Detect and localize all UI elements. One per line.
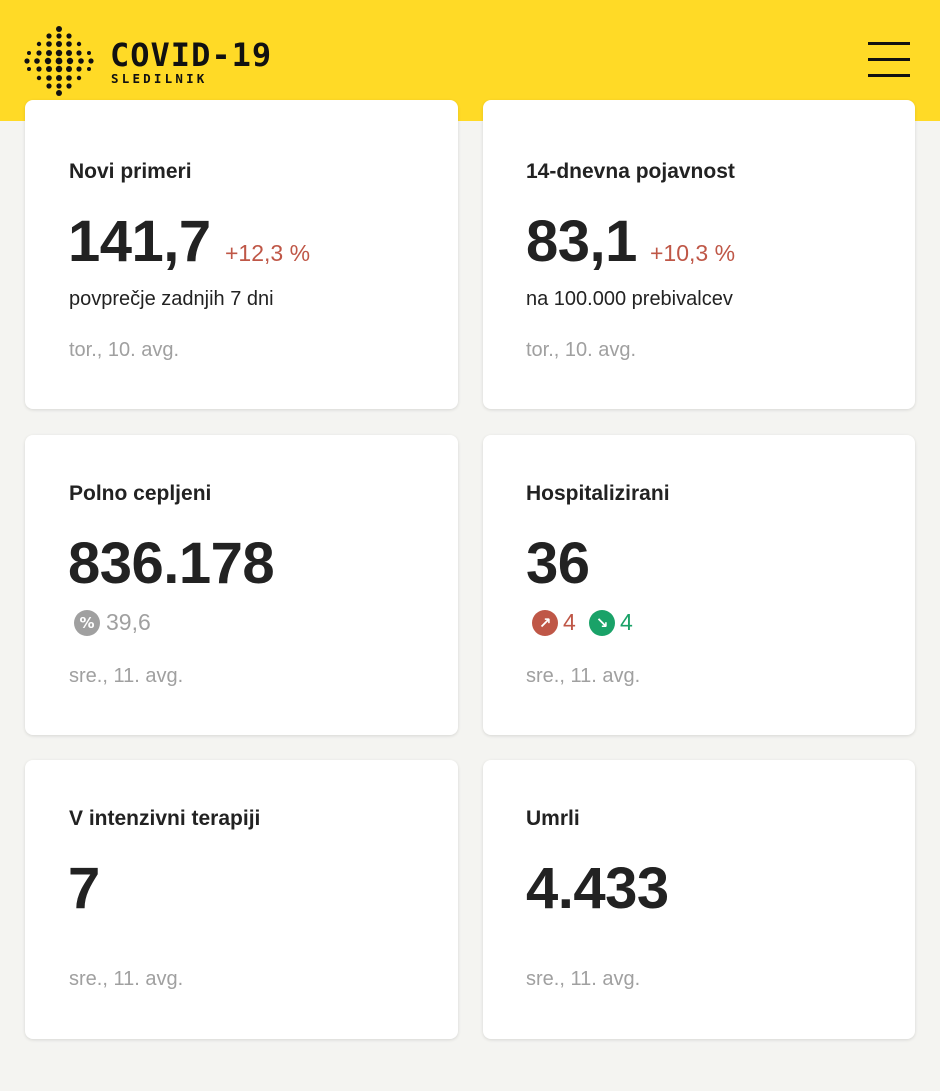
dot-matrix-logo-icon[interactable] [24, 26, 94, 96]
card-fully-vaccinated: Polno cepljeni 836.178 % 39,6 sre., 11. … [25, 435, 458, 735]
card-hospitalized: Hospitalizirani 36 ↗ 4 ↘ 4 sre., 11. avg… [483, 435, 915, 735]
card-subtitle: povprečje zadnjih 7 dni [69, 288, 274, 310]
card-title: 14-dnevna pojavnost [526, 160, 735, 183]
card-date: tor., 10. avg. [526, 339, 637, 361]
change-percent: +12,3 % [225, 240, 311, 266]
card-incidence-14d: 14-dnevna pojavnost 83,1 +10,3 % na 100.… [483, 100, 915, 409]
hamburger-menu-icon[interactable] [868, 42, 910, 78]
arrow-up-right-icon: ↗ [532, 610, 558, 636]
card-title: Hospitalizirani [526, 482, 670, 505]
card-new-cases: Novi primeri 141,7 +12,3 % povprečje zad… [25, 100, 458, 409]
card-title: Polno cepljeni [69, 482, 212, 505]
card-title: V intenzivni terapiji [69, 807, 261, 830]
card-date: sre., 11. avg. [69, 968, 184, 990]
change-percent: +10,3 % [650, 240, 736, 266]
card-subtitle: na 100.000 prebivalcev [526, 288, 733, 310]
card-value: 7 [68, 856, 100, 921]
card-deaths: Umrli 4.433 sre., 11. avg. [483, 760, 915, 1039]
admitted-count: 4 [563, 609, 576, 635]
card-title: Umrli [526, 807, 580, 830]
arrow-down-right-icon: ↘ [589, 610, 615, 636]
brand-subtitle[interactable]: SLEDILNIK [111, 71, 208, 86]
brand-title[interactable]: COVID-19 [110, 36, 272, 74]
card-value: 836.178 [68, 531, 275, 596]
discharged-count: 4 [620, 609, 633, 635]
card-date: sre., 11. avg. [526, 968, 641, 990]
card-icu: V intenzivni terapiji 7 sre., 11. avg. [25, 760, 458, 1039]
card-value: 141,7 [68, 209, 211, 274]
card-value: 83,1 [526, 209, 637, 274]
card-date: sre., 11. avg. [526, 665, 641, 687]
card-title: Novi primeri [69, 160, 192, 183]
card-date: sre., 11. avg. [69, 665, 184, 687]
card-value: 4.433 [526, 856, 669, 921]
vaccinated-percent: 39,6 [106, 609, 151, 635]
percent-icon: % [74, 610, 100, 636]
card-value: 36 [526, 531, 590, 596]
card-date: tor., 10. avg. [69, 339, 180, 361]
